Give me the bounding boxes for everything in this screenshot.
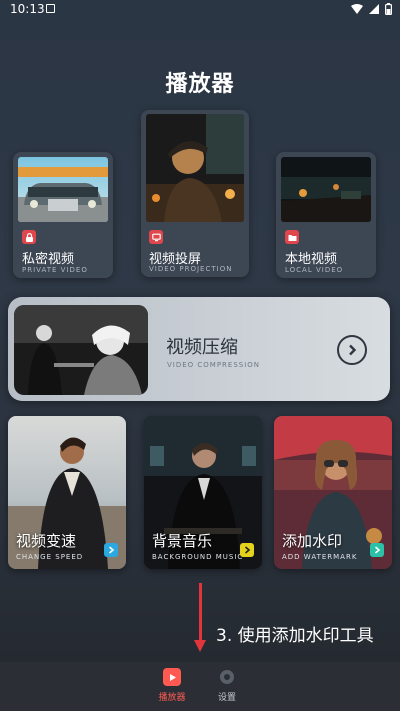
add-watermark-label: 添加水印 [282, 532, 343, 550]
annotation-arrow [199, 583, 202, 643]
bottom-navigation: 播放器 设置 [0, 662, 400, 711]
nav-item-player[interactable]: 播放器 [152, 668, 192, 703]
cast-icon [149, 230, 163, 244]
chevron-right-icon[interactable] [337, 335, 367, 365]
add-watermark-card[interactable]: 添加水印 ADD WATERMARK [274, 416, 392, 569]
change-speed-label: 视频变速 [16, 532, 77, 550]
local-video-card[interactable]: 本地视频 LOCAL VIDEO [276, 152, 376, 278]
signal-icon [369, 4, 379, 14]
private-video-sub: PRIVATE VIDEO [22, 266, 88, 274]
status-icons [351, 3, 392, 15]
video-compression-label: 视频压缩 [166, 337, 238, 358]
nav-label-settings: 设置 [217, 693, 236, 703]
chevron-right-icon[interactable] [104, 543, 118, 557]
private-video-card[interactable]: 私密视频 PRIVATE VIDEO [13, 152, 113, 278]
page-title: 播放器 [165, 72, 235, 97]
change-speed-sub: CHANGE SPEED [16, 553, 84, 561]
chevron-right-icon[interactable] [240, 543, 254, 557]
add-watermark-sub: ADD WATERMARK [282, 553, 358, 561]
nav-item-settings[interactable]: 设置 [207, 668, 247, 703]
gear-icon [218, 668, 236, 686]
wifi-icon [351, 4, 363, 14]
video-compression-sub: VIDEO COMPRESSION [167, 361, 261, 369]
video-projection-thumbnail [146, 114, 244, 222]
status-bar: 10:13 [0, 0, 400, 20]
video-projection-card[interactable]: 视频投屏 VIDEO PROJECTION [141, 110, 249, 277]
folder-icon [285, 230, 299, 244]
local-video-thumbnail [281, 157, 371, 222]
status-time: 10:13 [10, 2, 45, 16]
private-video-thumbnail [18, 157, 108, 222]
change-speed-card[interactable]: 视频变速 CHANGE SPEED [8, 416, 126, 569]
play-icon [163, 668, 181, 686]
background-music-sub: BACKGROUND MUSIC [152, 553, 244, 561]
background-music-card[interactable]: 背景音乐 BACKGROUND MUSIC [144, 416, 262, 569]
private-video-label: 私密视频 [22, 252, 75, 267]
video-compression-thumbnail [14, 305, 148, 395]
chevron-right-icon[interactable] [370, 543, 384, 557]
local-video-sub: LOCAL VIDEO [285, 266, 344, 274]
nav-label-player: 播放器 [158, 693, 186, 703]
annotation-text: 3. 使用添加水印工具 [216, 626, 374, 646]
annotation-arrow-head [194, 640, 206, 652]
video-projection-sub: VIDEO PROJECTION [149, 265, 233, 273]
notification-icon [46, 4, 55, 13]
lock-icon [22, 230, 36, 244]
background-music-label: 背景音乐 [152, 532, 213, 550]
battery-icon [385, 3, 392, 15]
local-video-label: 本地视频 [285, 252, 338, 267]
